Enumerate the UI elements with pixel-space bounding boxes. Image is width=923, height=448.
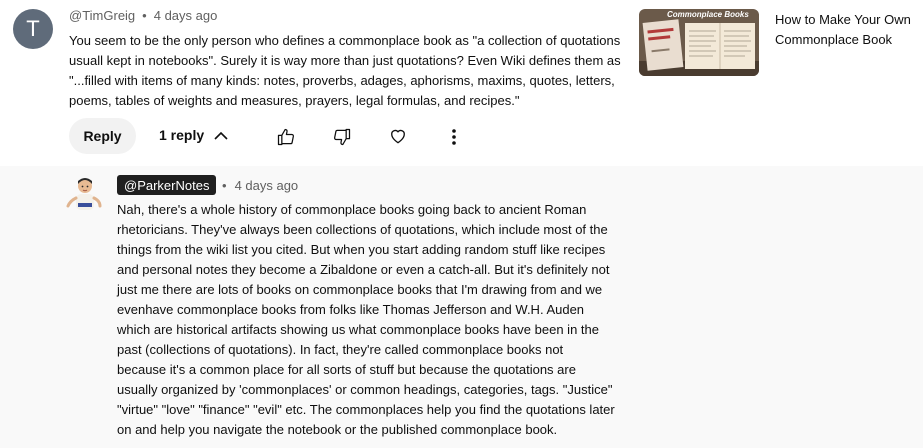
reply-meta: • 4 days ago <box>222 178 298 193</box>
comment-section: T @TimGreig • 4 days ago You seem to be th… <box>0 0 923 166</box>
reply-line: just me there are lots of books on commo… <box>117 282 603 297</box>
reply-body: Nah, there's a whole history of commonpl… <box>117 200 617 440</box>
comment-line: You seem to be the only person who defin… <box>69 33 621 48</box>
reply-line: and personal notes they become a Zibaldo… <box>117 262 610 277</box>
avatar-letter: T <box>26 16 40 41</box>
thumbnail-caption: Commonplace Books <box>667 10 749 19</box>
thumbs-up-icon[interactable] <box>275 126 297 148</box>
replies-count: 1 reply <box>159 127 205 143</box>
video-thumbnail[interactable]: Commonplace Books <box>639 9 759 76</box>
reply-time[interactable]: 4 days ago <box>235 178 299 193</box>
commenter-avatar[interactable]: T <box>13 9 53 49</box>
reply-line: rhetoricians. They've always been collec… <box>117 222 608 237</box>
meta-separator: • <box>142 8 147 23</box>
comment-body: You seem to be the only person who defin… <box>69 31 629 111</box>
comment-meta: @TimGreig • 4 days ago <box>69 8 217 23</box>
reply-line: on and help you navigate the notebook or… <box>117 422 558 437</box>
comment-line: "...filled with items of many kinds: not… <box>69 73 615 88</box>
comment-author[interactable]: @TimGreig <box>69 8 135 23</box>
more-options-icon[interactable] <box>444 126 464 148</box>
reply-line: because it's a common place for all sort… <box>117 362 576 377</box>
chevron-up-icon <box>214 127 228 143</box>
reply-line: evenhave commonplace books from folks li… <box>117 302 585 317</box>
reply-line: Nah, there's a whole history of commonpl… <box>117 202 587 217</box>
comment-line: usuall kept in notebooks". Surely it is … <box>69 53 621 68</box>
replier-avatar[interactable] <box>64 172 104 212</box>
heart-icon[interactable] <box>387 125 409 147</box>
reply-line: usually organized by 'commonplaces' or c… <box>117 382 613 397</box>
comment-line: poems, tables of weights and measures, p… <box>69 93 520 108</box>
reply-line: past (collections of quotations). In fac… <box>117 342 564 357</box>
thumbs-down-icon[interactable] <box>331 126 353 148</box>
reply-author-chip[interactable]: @ParkerNotes <box>117 175 217 195</box>
replies-toggle[interactable]: 1 reply <box>159 127 228 143</box>
reply-button[interactable]: Reply <box>69 118 136 154</box>
meta-separator: • <box>222 178 227 193</box>
reply-line: which are historical artifacts showing u… <box>117 322 599 337</box>
video-title[interactable]: How to Make Your Own Commonplace Book <box>775 10 920 50</box>
reply-line: "virtue" "love" "finance" "evil" etc. Th… <box>117 402 615 417</box>
reply-line: things from the wiki list you cited. But… <box>117 242 606 257</box>
comment-time[interactable]: 4 days ago <box>154 8 218 23</box>
